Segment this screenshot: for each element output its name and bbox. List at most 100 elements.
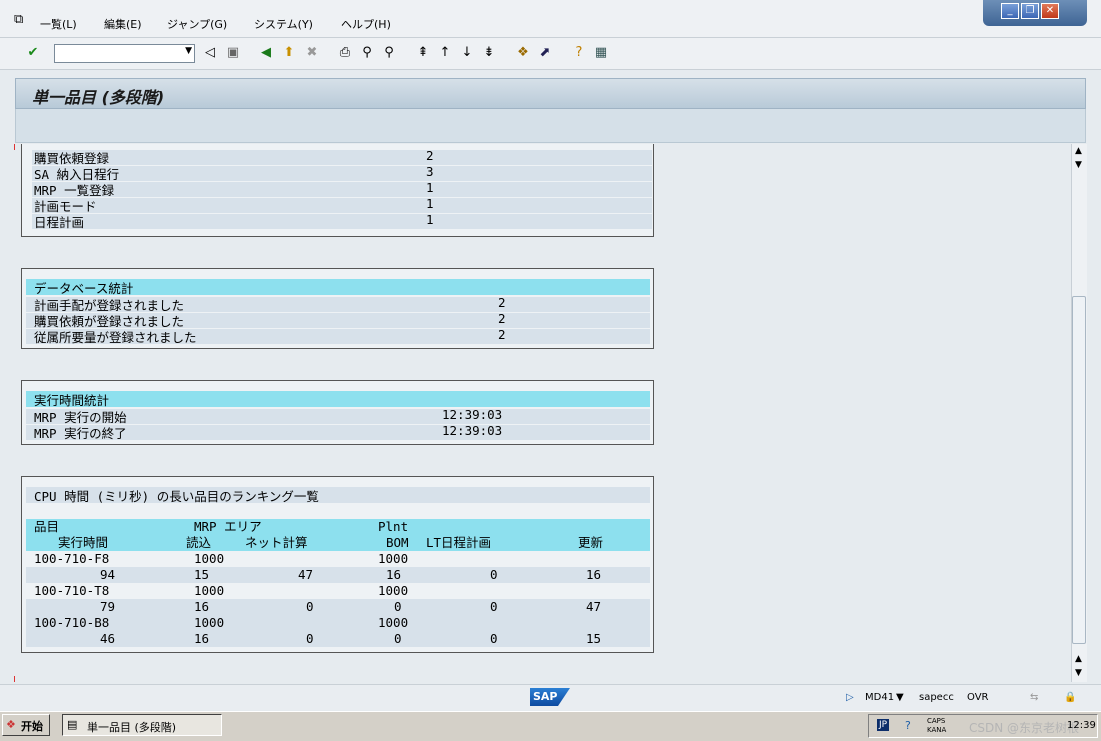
chevron-down-icon[interactable]: ▼: [185, 46, 192, 56]
material-number[interactable]: 100-710-T8: [34, 583, 109, 599]
table-cell: 0: [306, 631, 314, 646]
column-header: LT日程計画: [426, 535, 492, 550]
first-page-icon[interactable]: ⇞: [414, 44, 432, 62]
restore-button[interactable]: ❐: [1021, 3, 1039, 19]
table-row: [26, 567, 650, 583]
collapse-left-icon[interactable]: ◁: [201, 44, 219, 62]
windows-logo-icon: ❖: [6, 718, 16, 731]
list-item-value: 1: [426, 212, 434, 227]
ime-help-icon[interactable]: ?: [905, 719, 911, 732]
system-menu-icon[interactable]: ⧉: [14, 12, 23, 27]
command-field[interactable]: ▼: [54, 44, 195, 63]
list-item-value: 2: [498, 295, 506, 310]
language-indicator[interactable]: JP: [877, 719, 890, 731]
table-cell: 1000: [378, 583, 409, 598]
cpu-ranking-box: CPU 時間 (ミリ秒) の長い品目のランキング一覧 品目 MRP エリア Pl…: [21, 476, 654, 653]
scroll-down-icon[interactable]: ▼: [1075, 668, 1082, 678]
back-icon[interactable]: ◀: [257, 44, 275, 62]
list-item-label: 計画手配が登録されました: [34, 298, 185, 313]
column-header: MRP エリア: [194, 519, 262, 534]
print-icon[interactable]: ⎙: [336, 44, 354, 62]
close-button[interactable]: ✕: [1041, 3, 1059, 19]
table-cell: 0: [306, 599, 314, 614]
table-cell: 0: [394, 599, 402, 614]
shortcut-icon[interactable]: ⬈: [536, 44, 554, 62]
table-cell: 47: [298, 567, 314, 582]
menu-bar: ⧉ 一覧(L) 編集(E) ジャンプ(G) システム(Y) ヘルプ(H): [0, 0, 1101, 38]
table-cell: 47: [586, 599, 602, 614]
application-toolbar: [15, 109, 1086, 143]
table-cell: 16: [194, 599, 210, 614]
play-icon[interactable]: ▷: [846, 692, 854, 703]
table-cell: 0: [490, 567, 498, 582]
column-header-band: [26, 519, 650, 551]
transaction-code: MD41: [865, 692, 895, 703]
clock: 12:39: [1067, 720, 1096, 731]
list-item-label: MRP 一覧登録: [34, 183, 115, 198]
menu-jump[interactable]: ジャンプ(G): [167, 16, 227, 32]
menu-help[interactable]: ヘルプ(H): [341, 16, 391, 32]
list-item-label: 購買依頼登録: [34, 151, 110, 166]
ime-status[interactable]: CAPS KANA: [927, 717, 955, 735]
lock-icon: 🔒: [1064, 692, 1077, 703]
list-item-label: 購買依頼が登録されました: [34, 314, 185, 329]
column-header: 品目: [34, 519, 60, 534]
material-number[interactable]: 100-710-F8: [34, 551, 109, 567]
save-icon[interactable]: ▣: [224, 44, 242, 62]
scrollbar-thumb[interactable]: [1072, 296, 1086, 644]
page-title: 単一品目 (多段階): [32, 88, 165, 107]
table-cell: 1000: [194, 583, 225, 598]
customize-layout-icon[interactable]: ▦: [592, 44, 610, 62]
list-item-value: 1: [426, 180, 434, 195]
chevron-down-icon[interactable]: ▼: [896, 692, 904, 703]
enter-icon[interactable]: ✔: [24, 44, 42, 62]
list-item-label: 計画モード: [34, 199, 97, 214]
watermark: CSDN @东京老树根: [969, 721, 1080, 735]
find-next-icon[interactable]: ⚲: [380, 44, 398, 62]
table-cell: 1000: [194, 615, 225, 630]
list-item-value: 3: [426, 164, 434, 179]
window-icon: ▤: [67, 718, 78, 731]
column-header: 実行時間: [58, 535, 109, 550]
exit-icon[interactable]: ⬆: [280, 44, 298, 62]
table-cell: 94: [100, 567, 116, 582]
input-mode[interactable]: OVR: [967, 692, 988, 703]
list-item-value: 2: [498, 311, 506, 326]
scroll-up-icon[interactable]: ▲: [1075, 654, 1082, 664]
list-item-value: 12:39:03: [442, 407, 503, 422]
scroll-up-icon[interactable]: ▲: [1075, 146, 1082, 156]
list-item-label: 従属所要量が登録されました: [34, 330, 197, 345]
material-number[interactable]: 100-710-B8: [34, 615, 109, 631]
previous-page-icon[interactable]: ↑: [436, 44, 454, 62]
section-header: データベース統計: [34, 281, 134, 296]
help-icon[interactable]: ?: [570, 44, 588, 62]
menu-list[interactable]: 一覧(L): [40, 16, 77, 32]
table-row: [26, 615, 650, 647]
database-stats-box: データベース統計 計画手配が登録されました 2 購買依頼が登録されました 2 従…: [21, 268, 654, 349]
list-item-label: SA 納入日程行: [34, 167, 120, 182]
list-item-label: 日程計画: [34, 215, 85, 230]
start-button[interactable]: ❖ 开始: [2, 714, 50, 736]
window-controls: _ ❐ ✕: [983, 0, 1087, 26]
last-page-icon[interactable]: ⇟: [480, 44, 498, 62]
table-cell: 16: [194, 631, 210, 646]
menu-system[interactable]: システム(Y): [254, 16, 313, 32]
cancel-icon[interactable]: ✖: [303, 44, 321, 62]
table-cell: 16: [586, 567, 602, 582]
taskbar-item[interactable]: ▤ 単一品目 (多段階): [62, 714, 222, 736]
list-item-label: MRP 実行の開始: [34, 410, 127, 425]
create-session-icon[interactable]: ❖: [514, 44, 532, 62]
table-cell: 1000: [378, 615, 409, 630]
menu-edit[interactable]: 編集(E): [104, 16, 142, 32]
next-page-icon[interactable]: ↓: [458, 44, 476, 62]
find-icon[interactable]: ⚲: [358, 44, 376, 62]
table-cell: 15: [194, 567, 210, 582]
status-bar: SAP ▷ MD41 ▼ sapecc OVR ⇆ 🔒: [0, 684, 1101, 710]
section-header: 実行時間統計: [34, 393, 110, 408]
column-header: 読込: [186, 535, 212, 550]
server-name: sapecc: [919, 692, 954, 703]
column-header: Plnt: [378, 519, 409, 534]
table-cell: 79: [100, 599, 116, 614]
minimize-button[interactable]: _: [1001, 3, 1019, 19]
scroll-down-icon[interactable]: ▼: [1075, 160, 1082, 170]
